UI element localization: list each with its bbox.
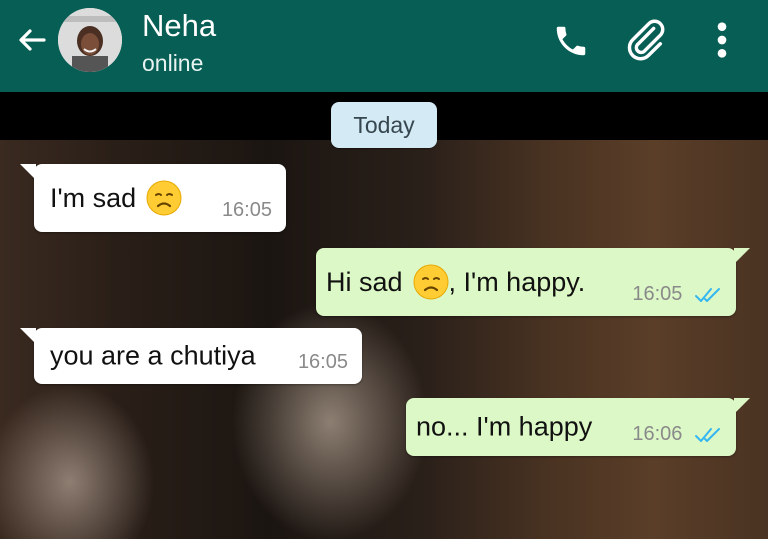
message-text: I'm sad <box>50 182 137 213</box>
contact-status: online <box>142 50 204 76</box>
more-options-icon[interactable] <box>708 20 736 60</box>
attach-icon[interactable] <box>622 16 668 62</box>
message-bubble-incoming[interactable]: you are a chutiya 16:05 <box>20 328 362 384</box>
contact-name[interactable]: Neha <box>142 8 216 44</box>
message-time: 16:05 <box>632 283 683 305</box>
bubble-tail <box>20 164 36 180</box>
message-text-continued: , I'm happy. <box>448 266 586 297</box>
message-time: 16:06 <box>632 423 683 445</box>
double-check-read-icon <box>695 427 720 442</box>
message-time: 16:05 <box>221 199 272 221</box>
contact-avatar[interactable] <box>58 8 122 72</box>
date-divider: Today <box>331 102 437 148</box>
sad-face-emoji-icon <box>413 264 449 300</box>
message-text: you are a chutiya <box>50 340 256 371</box>
message-bubble-outgoing[interactable]: no... I'm happy 16:06 <box>406 398 750 456</box>
message-text: Hi sad <box>326 266 403 297</box>
sad-face-emoji-icon <box>146 180 182 216</box>
message-time: 16:05 <box>297 351 348 373</box>
voice-call-icon[interactable] <box>552 22 590 60</box>
message-text: no... I'm happy <box>416 411 593 442</box>
double-check-read-icon <box>695 287 720 302</box>
message-time-group: 16:05 <box>632 283 722 306</box>
chat-area[interactable]: Today I'm sad 16:05 Hi sad , I'm happy. … <box>0 92 768 539</box>
avatar-photo-icon <box>58 8 122 72</box>
bubble-tail <box>734 248 750 264</box>
message-bubble-incoming[interactable]: I'm sad 16:05 <box>20 164 286 232</box>
bubble-tail <box>20 328 36 344</box>
chat-header: Neha online <box>0 0 768 92</box>
bubble-tail <box>734 398 750 414</box>
back-arrow-icon[interactable] <box>16 24 48 56</box>
message-time-group: 16:06 <box>632 423 722 446</box>
message-bubble-outgoing[interactable]: Hi sad , I'm happy. 16:05 <box>316 248 750 316</box>
